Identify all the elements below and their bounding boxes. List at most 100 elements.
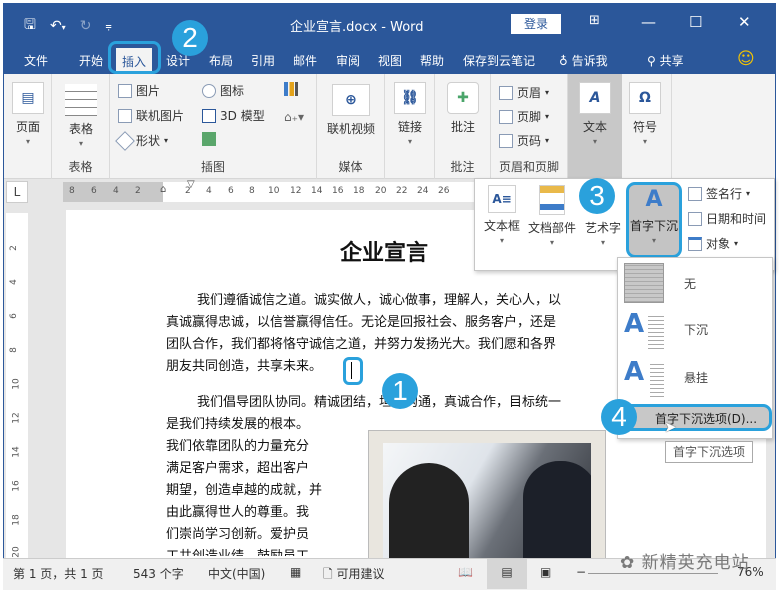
share-label: 共享	[659, 54, 684, 68]
mouse-pointer-icon: ➤	[664, 418, 677, 436]
pages-label: 页面	[15, 120, 40, 134]
ruler-tick: 6	[8, 313, 19, 319]
page-count[interactable]: 第 1 页，共 1 页	[13, 565, 104, 582]
quick-parts-icon	[539, 185, 565, 215]
ruler-tick: 10	[11, 378, 22, 390]
new-comment-icon: ✚	[447, 82, 479, 114]
step-badge-3: 3	[579, 178, 615, 214]
symbol-button[interactable]: Ω 符号 ▾	[628, 82, 662, 146]
page-number-button[interactable]: 页码 ▾	[499, 132, 549, 149]
comment-button[interactable]: ✚ 批注	[445, 82, 481, 135]
person-left	[389, 463, 469, 561]
tab-help[interactable]: 帮助	[420, 52, 444, 69]
tab-mailings[interactable]: 邮件	[293, 52, 317, 69]
tell-me-search[interactable]: ♁ 告诉我	[559, 52, 608, 69]
link-button[interactable]: ⛓ 链接 ▾	[393, 82, 427, 146]
shapes-button[interactable]: 形状 ▾	[115, 130, 169, 151]
tab-save-to-cloud[interactable]: 保存到云笔记	[463, 52, 535, 69]
paragraph-line: 真诚赢得忠诚，以信誉赢得信任。无论是回报社会、服务客户，还是	[166, 315, 557, 330]
horizontal-ruler[interactable]: 8 6 4 2 ⌂ ▽ 2 4 6 8 10 12 14 16 18 20 22…	[63, 179, 483, 202]
maximize-button[interactable]: ☐	[689, 13, 702, 31]
online-picture-button[interactable]: 联机图片	[118, 107, 184, 124]
drop-cap-dropped-item[interactable]: A 下沉	[618, 306, 772, 352]
screenshot-button[interactable]: ⌂₊▾	[284, 110, 304, 124]
drop-cap-button[interactable]: A 首字下沉 ▾	[626, 182, 682, 258]
drop-cap-margin-item[interactable]: A 悬挂	[618, 354, 772, 400]
web-layout-icon[interactable]: ▣	[540, 565, 551, 579]
quick-parts-button[interactable]: 文档部件 ▾	[525, 185, 579, 247]
drop-cap-none-item[interactable]: 无	[618, 260, 772, 306]
indent-marker-icon[interactable]: ⌂	[160, 184, 166, 195]
dropdown-caret-icon: ▾	[545, 88, 550, 97]
ruler-tick: 2	[185, 186, 191, 196]
group-symbols: Ω 符号 ▾	[622, 74, 672, 179]
ruler-tick: 16	[332, 186, 344, 196]
tab-review[interactable]: 审阅	[336, 52, 360, 69]
text-label: 文本	[582, 120, 607, 134]
smartart-icon	[202, 132, 216, 146]
tab-references[interactable]: 引用	[251, 52, 275, 69]
accessibility-icon[interactable]: ▦	[290, 565, 301, 579]
zoom-out-button[interactable]: −	[576, 565, 586, 579]
share-button[interactable]: ⚲ 共享	[647, 52, 684, 69]
tab-view[interactable]: 视图	[378, 52, 402, 69]
ruler-tick: 2	[8, 245, 19, 251]
footer-button[interactable]: 页脚 ▾	[499, 108, 549, 125]
page-icon: ▤	[12, 82, 44, 114]
language-indicator[interactable]: 中文(中国)	[208, 565, 265, 582]
suggestions-button[interactable]: 🗋 可用建议	[323, 565, 385, 586]
photo-image	[383, 443, 591, 561]
text-button[interactable]: A 文本 ▾	[568, 74, 622, 179]
drop-cap-icon: A	[645, 187, 663, 212]
table-label: 表格	[68, 122, 93, 136]
header-label: 页眉	[517, 86, 542, 100]
picture-label: 图片	[136, 84, 161, 98]
dropdown-caret-icon: ▾	[164, 136, 169, 145]
zoom-slider[interactable]	[588, 573, 718, 574]
object-button[interactable]: 对象 ▾	[688, 235, 738, 252]
table-button[interactable]: 表格 ▾	[64, 84, 98, 148]
save-icon[interactable]: 🖫	[24, 14, 36, 38]
smartart-button[interactable]	[202, 132, 216, 146]
group-label-tables: 表格	[68, 160, 93, 174]
ruler-tick: 18	[353, 186, 365, 196]
tab-selector[interactable]: L	[6, 181, 28, 203]
ribbon-display-options-icon[interactable]: ⊞	[589, 13, 600, 28]
textbox-label: 文本框	[483, 219, 520, 233]
tab-file[interactable]: 文件	[24, 52, 48, 69]
textbox-button[interactable]: A≡ 文本框 ▾	[479, 185, 525, 245]
signature-line-button[interactable]: 签名行 ▾	[688, 185, 750, 202]
tab-layout[interactable]: 布局	[209, 52, 233, 69]
customize-qat-icon[interactable]: ⩦	[105, 19, 111, 33]
object-label: 对象	[706, 237, 731, 251]
pages-button[interactable]: ▤ 页面 ▾	[12, 82, 44, 146]
read-mode-icon[interactable]: 📖	[458, 565, 473, 579]
undo-icon[interactable]: ↶▾	[50, 18, 66, 34]
ruler-tick: 12	[11, 412, 22, 424]
wordart-button[interactable]: 艺术字 ▾	[581, 219, 625, 247]
word-count[interactable]: 543 个字	[133, 565, 184, 582]
picture-button[interactable]: 图片	[118, 82, 160, 99]
date-time-button[interactable]: 日期和时间	[688, 210, 766, 227]
feedback-smiley-icon[interactable]: ☺	[737, 49, 755, 69]
lightbulb-icon: ♁	[559, 54, 568, 68]
undo-caret-icon[interactable]: ▾	[62, 23, 66, 32]
icons-button[interactable]: 图标	[202, 82, 244, 99]
ruler-tick: 14	[311, 186, 323, 196]
drop-cap-options-item[interactable]: 首字下沉选项(D)...	[620, 404, 772, 431]
chart-button[interactable]	[284, 82, 298, 96]
minimize-button[interactable]: —	[641, 13, 656, 31]
signature-icon	[688, 186, 702, 201]
step-badge-4: 4	[601, 399, 637, 435]
group-links: ⛓ 链接 ▾	[385, 74, 435, 179]
handshake-photo[interactable]	[368, 430, 606, 561]
close-button[interactable]: ✕	[738, 13, 751, 31]
redo-icon[interactable]: ↻	[80, 18, 92, 34]
print-layout-icon[interactable]: ▤	[487, 559, 527, 589]
3d-model-button[interactable]: 3D 模型	[202, 107, 265, 124]
vertical-ruler[interactable]: 2 4 6 8 10 12 14 16 18 20	[6, 213, 28, 558]
header-button[interactable]: 页眉 ▾	[499, 84, 549, 101]
tab-home[interactable]: 开始	[79, 52, 103, 69]
login-button[interactable]: 登录	[511, 14, 561, 34]
online-video-button[interactable]: ⊕ 联机视频	[323, 84, 379, 137]
